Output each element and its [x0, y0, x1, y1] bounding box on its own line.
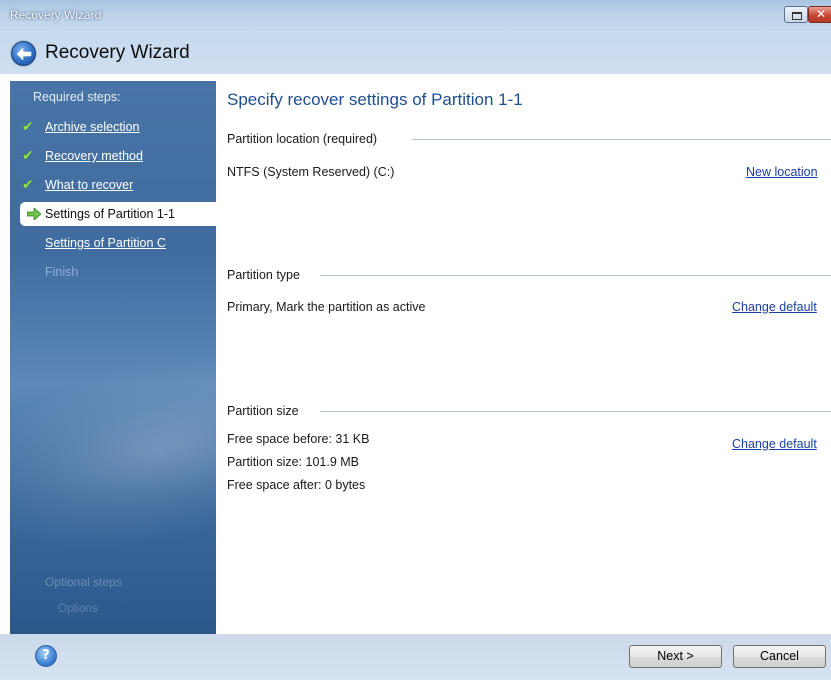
sidebar-decoration — [10, 319, 216, 583]
sidebar-item-label: Settings of Partition C — [45, 236, 166, 250]
minimize-button[interactable] — [784, 6, 808, 23]
current-step-arrow-icon — [27, 208, 41, 220]
section-heading-type: Partition type — [227, 268, 300, 282]
partition-location-value: NTFS (System Reserved) (C:) — [227, 165, 395, 179]
sidebar-item-recovery-method[interactable]: ✔ Recovery method — [10, 144, 216, 168]
section-heading-size: Partition size — [227, 404, 299, 418]
back-arrow-icon[interactable] — [11, 41, 36, 66]
wizard-footer: ? Next > Cancel — [0, 634, 831, 680]
checkmark-icon: ✔ — [22, 119, 34, 135]
sidebar-item-label: Recovery method — [45, 149, 143, 163]
section-divider — [412, 139, 831, 140]
free-space-after: Free space after: 0 bytes — [227, 478, 366, 492]
sidebar-item-label: What to recover — [45, 178, 134, 192]
sidebar-item-archive-selection[interactable]: ✔ Archive selection — [10, 115, 216, 139]
section-divider — [320, 275, 831, 276]
help-icon[interactable]: ? — [35, 645, 57, 667]
section-heading-location: Partition location (required) — [227, 132, 378, 146]
sidebar-item-what-to-recover[interactable]: ✔ What to recover — [10, 173, 216, 197]
section-divider — [320, 411, 831, 412]
change-size-link[interactable]: Change default — [732, 437, 817, 451]
window-title-bar: Recovery Wizard — [0, 0, 831, 30]
sidebar-item-finish: Finish — [10, 260, 216, 284]
cancel-button-label: Cancel — [760, 649, 799, 663]
optional-steps-label: Optional steps — [45, 575, 122, 589]
required-steps-label: Required steps: — [33, 90, 121, 104]
sidebar-item-label: Archive selection — [45, 120, 140, 134]
next-button-label: Next > — [657, 649, 694, 663]
sidebar-item-settings-partition-c[interactable]: Settings of Partition C — [10, 231, 216, 255]
next-button[interactable]: Next > — [629, 645, 722, 668]
sidebar-item-label: Finish — [45, 265, 79, 279]
sidebar-item-settings-partition-1-1[interactable]: Settings of Partition 1-1 — [20, 202, 216, 226]
cancel-button[interactable]: Cancel — [733, 645, 826, 668]
checkmark-icon: ✔ — [22, 177, 34, 193]
change-type-link[interactable]: Change default — [732, 300, 817, 314]
partition-size-value: Partition size: 101.9 MB — [227, 455, 360, 469]
sidebar-item-label: Settings of Partition 1-1 — [45, 207, 175, 221]
wizard-header: Recovery Wizard — [0, 30, 831, 74]
sidebar-item-options[interactable]: Options — [58, 603, 98, 615]
checkmark-icon: ✔ — [22, 148, 34, 164]
free-space-before: Free space before: 31 KB — [227, 432, 370, 446]
wizard-title: Recovery Wizard — [45, 42, 190, 63]
new-location-link[interactable]: New location — [746, 165, 818, 179]
close-button[interactable] — [808, 6, 831, 23]
partition-type-value: Primary, Mark the partition as active — [227, 300, 426, 314]
main-panel: Specify recover settings of Partition 1-… — [216, 74, 831, 634]
window-title: Recovery Wizard — [10, 8, 102, 22]
steps-sidebar: Required steps: ✔ Archive selection ✔ Re… — [10, 81, 216, 634]
page-title: Specify recover settings of Partition 1-… — [227, 90, 523, 109]
